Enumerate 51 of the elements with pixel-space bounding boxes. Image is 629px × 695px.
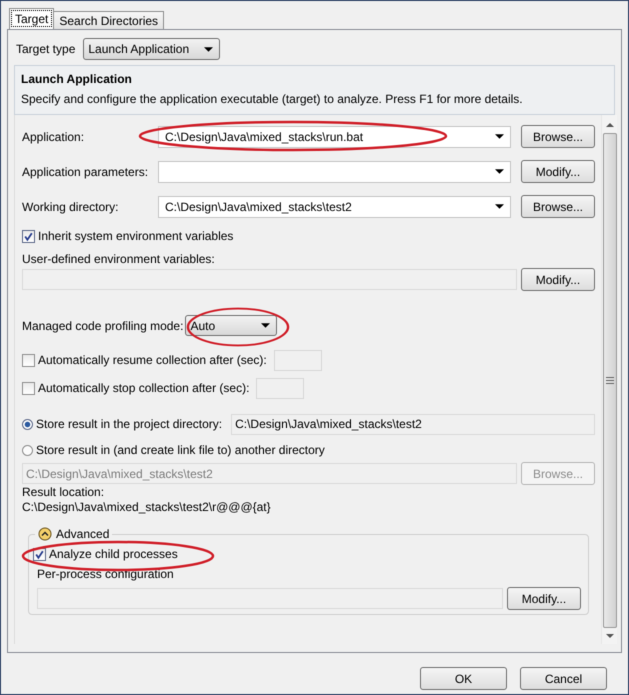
combo-field[interactable]: C:\Design\Java\mixed_stacks\test2	[158, 196, 511, 218]
field-label: Application:	[22, 130, 86, 144]
combo-field[interactable]	[158, 160, 511, 182]
caret-icon	[261, 323, 270, 328]
caret-icon	[495, 169, 504, 174]
field-label: Working directory:	[22, 200, 120, 214]
seconds-field[interactable]	[256, 378, 304, 398]
scroll-up-icon[interactable]	[606, 123, 614, 127]
target-type-label: Target type	[16, 42, 76, 56]
combo-field[interactable]: C:\Design\Java\mixed_stacks\run.bat	[158, 126, 511, 148]
collapse-icon[interactable]	[38, 527, 52, 541]
caret-icon	[204, 46, 214, 52]
field-button[interactable]: Browse...	[521, 125, 595, 148]
dialog-button[interactable]: OK	[420, 667, 507, 690]
field-button[interactable]: Modify...	[521, 160, 595, 183]
checkbox-label: Inherit system environment variables	[38, 229, 234, 243]
dialog-button[interactable]: Cancel	[520, 667, 607, 690]
group-title: Advanced	[56, 527, 110, 541]
scroll-down-icon[interactable]	[606, 634, 614, 638]
profiling-mode-dropdown[interactable]: Auto	[185, 315, 278, 336]
tab[interactable]: Target	[9, 8, 54, 29]
profiling-mode-label: Managed code profiling mode:	[22, 318, 184, 332]
project-directory-field: C:\Design\Java\mixed_stacks\test2	[231, 414, 595, 434]
field-button[interactable]: Browse...	[521, 195, 595, 218]
caret-icon	[495, 134, 504, 139]
caret-icon	[495, 204, 504, 209]
header-title: Launch Application	[21, 72, 133, 86]
scrollbar-thumb[interactable]	[602, 133, 616, 628]
result-location-path: C:\Design\Java\mixed_stacks\test2\r@@@{at}	[22, 500, 272, 515]
vertical-scrollbar[interactable]	[601, 115, 617, 644]
seconds-field[interactable]	[274, 350, 322, 370]
checkbox-label: Automatically resume collection after (sec):	[38, 353, 267, 367]
modify-button[interactable]: Modify...	[507, 587, 581, 610]
grip-icon	[606, 377, 614, 384]
checkbox-label: Automatically stop collection after (sec):	[38, 381, 250, 395]
header-description: Specify and configure the application executable (target) to analyze. Press F1 for more details.	[21, 92, 524, 106]
target-type-dropdown[interactable]: Launch Application	[83, 38, 220, 60]
checkbox[interactable]	[22, 354, 35, 366]
radio-button[interactable]	[22, 444, 33, 456]
radio-button[interactable]	[22, 418, 33, 430]
field-label: Application parameters:	[22, 164, 150, 178]
checkbox[interactable]	[22, 230, 35, 242]
radio-label: Store result in (and create link file to) another directory	[36, 443, 325, 457]
field-label: User-defined environment variables:	[22, 252, 216, 266]
modify-button[interactable]: Modify...	[521, 268, 595, 291]
result-location-label: Result location:	[22, 485, 106, 500]
tab[interactable]: Search Directories	[53, 11, 164, 29]
checkbox-label: Analyze child processes	[49, 547, 178, 561]
radio-label: Store result in the project directory:	[36, 417, 222, 431]
checkbox[interactable]	[22, 382, 35, 394]
field-label: Per-process configuration	[37, 567, 175, 581]
